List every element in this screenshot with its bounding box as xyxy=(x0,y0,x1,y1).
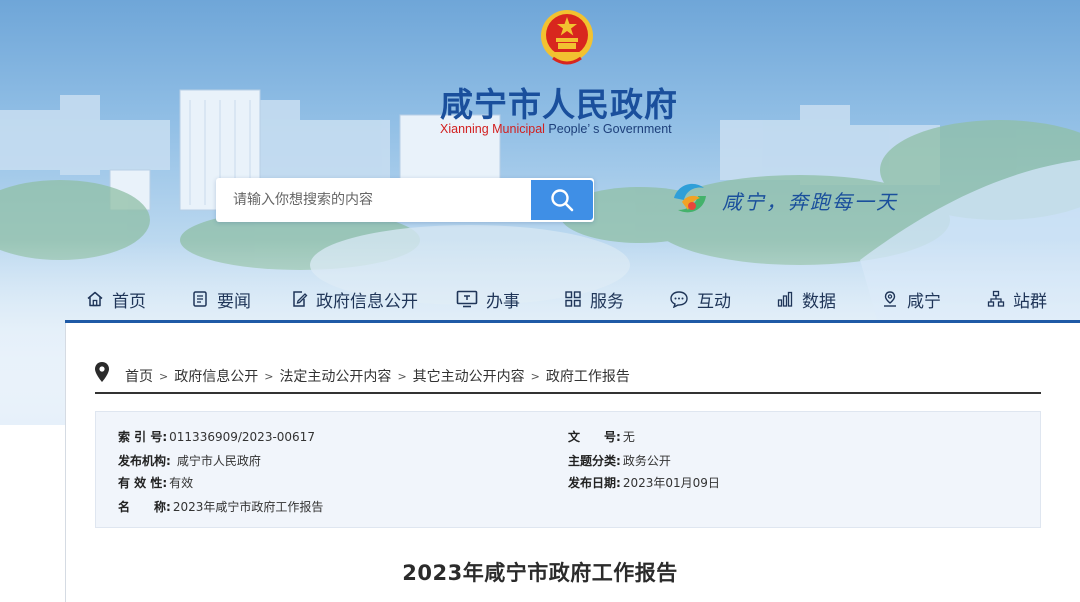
sitemap-icon xyxy=(987,290,1005,307)
document-title: 2023年咸宁市政府工作报告 xyxy=(402,561,678,585)
meta-value: 2023年01月09日 xyxy=(622,476,720,490)
meta-validity: 有 效 性: 有效 xyxy=(118,474,193,491)
meta-document-number: 文 号: 无 xyxy=(568,428,635,445)
meta-label: 发布机构: xyxy=(118,454,171,468)
nav-item-label: 要闻 xyxy=(217,291,251,312)
meta-category: 主题分类: 政务公开 xyxy=(568,452,671,469)
meta-label: 名 称: xyxy=(118,500,171,514)
chat-icon xyxy=(670,291,688,308)
breadcrumb-work-report[interactable]: 政府工作报告 xyxy=(546,366,630,386)
meta-value: 无 xyxy=(622,430,635,444)
meta-value: 咸宁市人民政府 xyxy=(176,454,261,468)
nav-item-services[interactable]: 服务 xyxy=(564,282,624,316)
location-pin-icon xyxy=(95,362,109,382)
nav-item-label: 首页 xyxy=(112,291,146,312)
meta-name: 名 称: 2023年咸宁市政府工作报告 xyxy=(118,498,323,515)
site-subtitle-rest: People’ s Government xyxy=(544,122,672,136)
meta-value: 2023年咸宁市政府工作报告 xyxy=(172,500,324,514)
home-icon xyxy=(87,291,103,307)
site-subtitle-red: Xianning Municipal xyxy=(440,122,545,136)
breadcrumb-separator: > xyxy=(397,369,407,383)
document-metadata-box: 索 引 号: 011336909/2023-00617 发布机构: 咸宁市人民政府 … xyxy=(95,411,1041,528)
nav-item-interaction[interactable]: 互动 xyxy=(669,282,731,316)
meta-label: 主题分类: xyxy=(568,454,621,468)
slogan-text: 咸宁，奔跑每一天 xyxy=(722,190,898,214)
meta-value: 政务公开 xyxy=(622,454,671,468)
nav-item-services-affairs[interactable]: 办事 xyxy=(456,282,520,316)
meta-value: 有效 xyxy=(169,476,194,490)
search-button[interactable] xyxy=(531,180,593,220)
breadcrumb-separator: > xyxy=(159,369,169,383)
nav-item-label: 互动 xyxy=(697,291,731,312)
bar-chart-icon xyxy=(777,291,793,307)
meta-value: 011336909/2023-00617 xyxy=(169,430,315,444)
meta-index-number: 索 引 号: 011336909/2023-00617 xyxy=(118,428,315,445)
location-icon xyxy=(884,291,896,307)
nav-item-news[interactable]: 要闻 xyxy=(191,282,251,316)
grid-icon xyxy=(565,291,581,307)
meta-label: 索 引 号: xyxy=(118,430,168,444)
slogan-logo-icon xyxy=(674,183,706,213)
nav-item-label: 站群 xyxy=(1013,291,1047,312)
document-edit-icon xyxy=(293,291,308,307)
meta-label: 文 号: xyxy=(568,430,621,444)
nav-item-info-disclosure[interactable]: 政府信息公开 xyxy=(290,282,418,316)
nav-item-label: 咸宁 xyxy=(907,291,941,312)
search-icon xyxy=(551,189,574,212)
monitor-icon xyxy=(456,290,478,308)
nav-item-label: 数据 xyxy=(802,291,836,312)
site-title: 咸宁市人民政府 xyxy=(440,85,678,124)
nav-item-label: 服务 xyxy=(590,291,624,312)
meta-publish-date: 发布日期: 2023年01月09日 xyxy=(568,474,720,491)
meta-label: 有 效 性: xyxy=(118,476,168,490)
breadcrumb-separator: > xyxy=(264,369,274,383)
newspaper-icon xyxy=(193,291,207,307)
search-input[interactable] xyxy=(216,178,530,222)
nav-item-label: 政府信息公开 xyxy=(316,291,418,312)
nav-item-label: 办事 xyxy=(486,291,520,312)
breadcrumb-home[interactable]: 首页 xyxy=(125,366,153,386)
nav-item-site-group[interactable]: 站群 xyxy=(987,282,1047,316)
nav-item-data[interactable]: 数据 xyxy=(776,282,836,316)
breadcrumb-info-disclosure[interactable]: 政府信息公开 xyxy=(174,366,258,386)
breadcrumb-other-content[interactable]: 其它主动公开内容 xyxy=(413,366,525,386)
meta-label: 发布日期: xyxy=(568,476,621,490)
main-nav: 首页 要闻 政府信息公开 办事 服务 互动 数据 咸宁 站群 xyxy=(70,282,1080,316)
national-emblem-icon xyxy=(541,10,593,65)
meta-publisher: 发布机构: 咸宁市人民政府 xyxy=(118,452,261,469)
breadcrumb: 首页 > 政府信息公开 > 法定主动公开内容 > 其它主动公开内容 > 政府工作… xyxy=(95,360,1041,394)
nav-item-home[interactable]: 首页 xyxy=(86,282,146,316)
breadcrumb-statutory-content[interactable]: 法定主动公开内容 xyxy=(279,366,391,386)
site-subtitle: Xianning Municipal People’ s Government xyxy=(440,122,700,136)
nav-item-xianning[interactable]: 咸宁 xyxy=(881,282,941,316)
breadcrumb-separator: > xyxy=(530,369,540,383)
